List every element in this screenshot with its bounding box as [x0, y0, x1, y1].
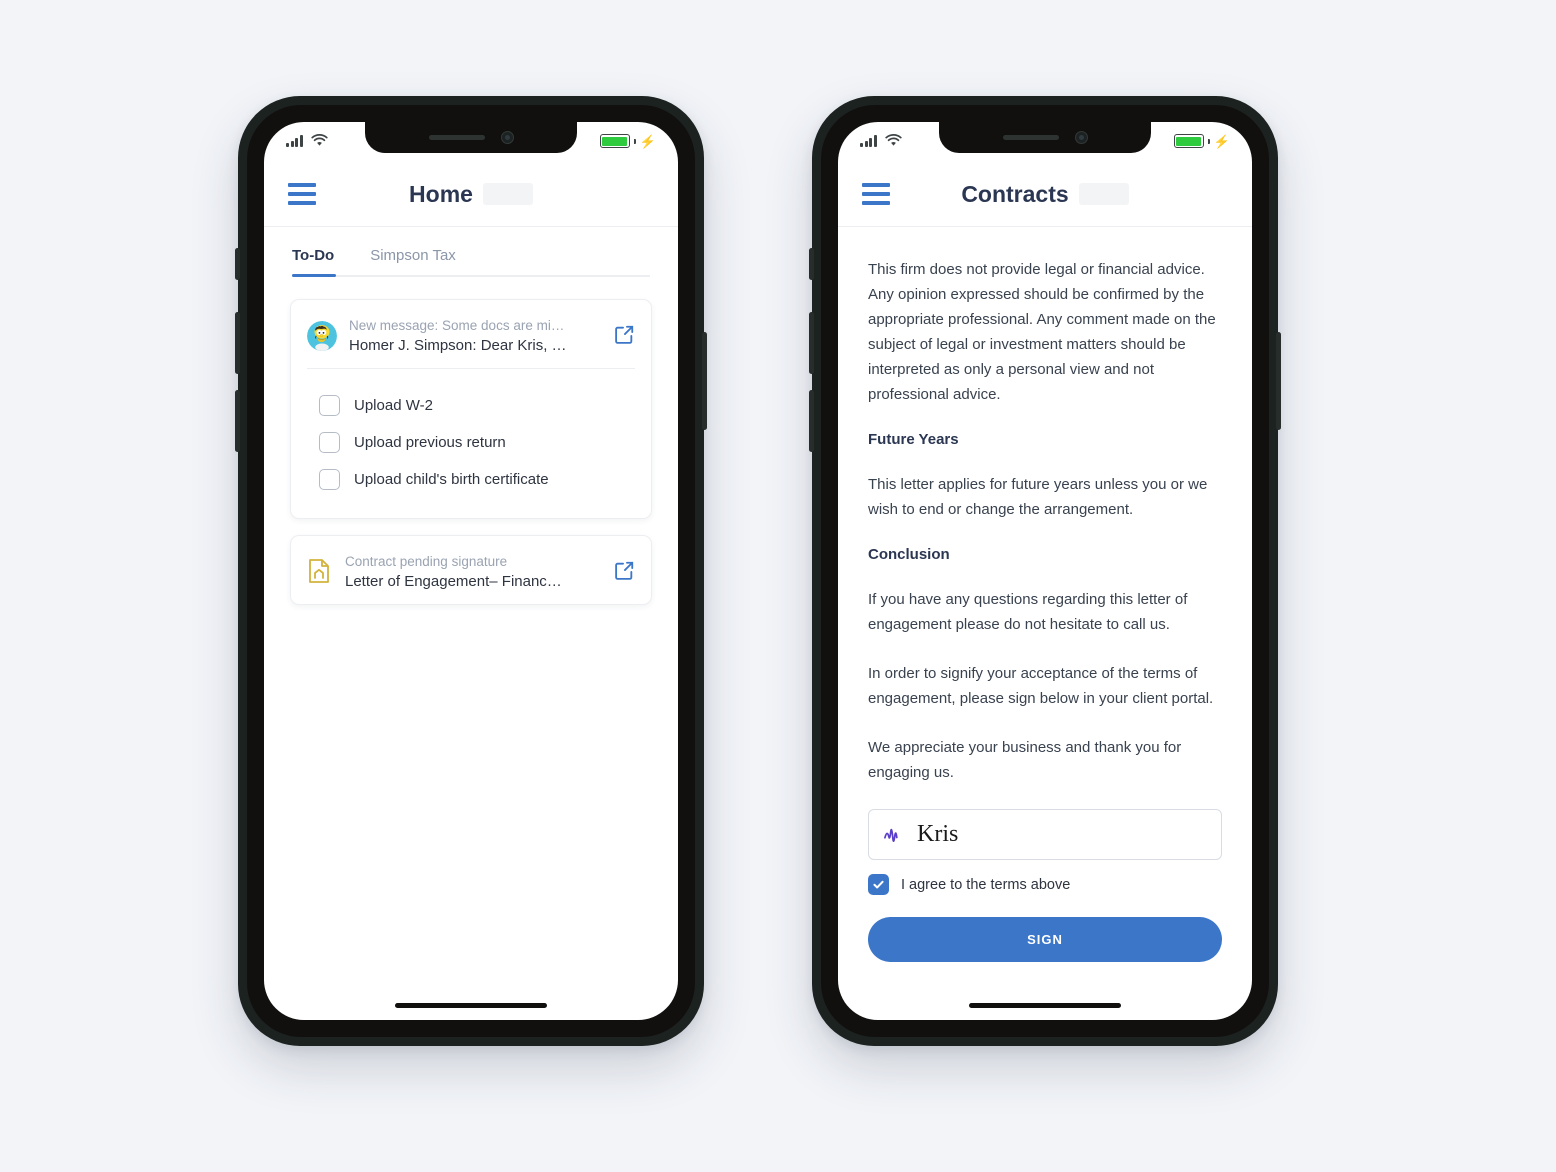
homer-simpson-avatar [307, 321, 337, 351]
card-title: Letter of Engagement– Financ… [345, 573, 562, 590]
phone-bezel-left: ⚡ Home To-Do Simpson Tax New message: So… [247, 105, 695, 1037]
tab-to-do[interactable]: To-Do [292, 247, 348, 275]
phone-bezel-right: ⚡ Contracts This firm does not provide l… [821, 105, 1269, 1037]
agreement-row[interactable]: I agree to the terms above [868, 874, 1222, 895]
card-message-header[interactable]: New message: Some docs are mi… Homer J. … [291, 300, 651, 368]
page-title: Home [409, 180, 473, 207]
battery-cap-icon [1207, 138, 1210, 144]
cellular-signal-icon [286, 134, 303, 147]
card-message-text: New message: Some docs are mi… Homer J. … [349, 318, 601, 354]
hamburger-menu-icon[interactable] [288, 183, 316, 205]
battery-icon [599, 134, 630, 148]
tab-bar: To-Do Simpson Tax [264, 227, 678, 275]
charging-bolt-icon: ⚡ [639, 133, 656, 149]
hamburger-menu-icon[interactable] [862, 183, 890, 205]
contract-document-body: This firm does not provide legal or fina… [838, 227, 1252, 997]
wifi-icon [884, 134, 902, 146]
phone-screen-left: ⚡ Home To-Do Simpson Tax New message: So… [264, 122, 678, 1020]
home-indicator-right[interactable] [969, 1003, 1121, 1008]
wifi-icon [310, 134, 328, 146]
card-subtitle: Contract pending signature [345, 554, 508, 569]
phone-device-left: ⚡ Home To-Do Simpson Tax New message: So… [235, 96, 707, 1046]
checkbox-upload-previous-return[interactable] [319, 432, 340, 453]
tab-simpson-tax[interactable]: Simpson Tax [356, 247, 470, 275]
document-paragraph: If you have any questions regarding this… [868, 591, 1188, 633]
battery-icon [1173, 134, 1204, 148]
home-indicator-left[interactable] [395, 1003, 547, 1008]
notch-left [365, 122, 577, 153]
phone-device-right: ⚡ Contracts This firm does not provide l… [809, 96, 1281, 1046]
card-message[interactable]: New message: Some docs are mi… Homer J. … [290, 299, 652, 519]
charging-bolt-icon: ⚡ [1213, 133, 1230, 149]
checkbox-upload-birth-certificate[interactable] [319, 469, 340, 490]
power-button-right[interactable] [1276, 332, 1281, 430]
status-bar-right-group: ⚡ [599, 133, 656, 149]
app-header-left: Home [264, 162, 678, 226]
power-button-left[interactable] [702, 332, 707, 430]
document-heading-conclusion: Conclusion [868, 546, 950, 563]
header-title-wrap-left: Home [264, 181, 678, 208]
todo-list-area: New message: Some docs are mi… Homer J. … [264, 277, 678, 605]
status-bar-right-group: ⚡ [1173, 133, 1230, 149]
document-gold-icon [307, 558, 333, 589]
checkmark-icon [873, 880, 884, 889]
volume-down-button-right[interactable] [809, 390, 814, 452]
tab-underline-track [292, 274, 650, 277]
todo-item[interactable]: Upload W-2 [319, 387, 635, 424]
todo-item[interactable]: Upload previous return [319, 424, 635, 461]
earpiece-speaker-icon [1002, 135, 1059, 140]
earpiece-speaker-icon [428, 135, 485, 140]
todo-label: Upload W-2 [354, 397, 433, 414]
silent-switch-right[interactable] [809, 248, 814, 280]
page-title: Contracts [961, 180, 1069, 207]
document-paragraph: We appreciate your business and thank yo… [868, 739, 1182, 781]
volume-up-button-right[interactable] [809, 312, 814, 374]
header-placeholder-block [1078, 183, 1129, 205]
card-title: Homer J. Simpson: Dear Kris, … [349, 337, 567, 354]
todo-item[interactable]: Upload child's birth certificate [319, 461, 635, 498]
todo-label: Upload previous return [354, 434, 506, 451]
header-title-wrap-right: Contracts [838, 181, 1252, 208]
signature-input[interactable]: Kris [868, 809, 1222, 860]
sign-button[interactable]: SIGN [868, 917, 1222, 962]
document-paragraph: In order to signify your acceptance of t… [868, 665, 1214, 707]
tab-active-underline [292, 274, 336, 277]
volume-down-button-left[interactable] [235, 390, 240, 452]
status-bar-left-group [860, 134, 902, 147]
checkbox-agree-terms[interactable] [868, 874, 889, 895]
share-external-icon[interactable] [613, 560, 635, 587]
cellular-signal-icon [860, 134, 877, 147]
todo-checklist: Upload W-2 Upload previous return Upload… [291, 369, 651, 518]
app-header-right: Contracts [838, 162, 1252, 226]
card-contract-header[interactable]: Contract pending signature Letter of Eng… [291, 536, 651, 604]
document-heading-future-years: Future Years [868, 431, 959, 448]
checkbox-upload-w2[interactable] [319, 395, 340, 416]
status-bar-left-group [286, 134, 328, 147]
document-paragraph: This letter applies for future years unl… [868, 476, 1208, 518]
silent-switch-left[interactable] [235, 248, 240, 280]
signature-value: Kris [917, 821, 959, 847]
card-subtitle: New message: Some docs are mi… [349, 318, 565, 333]
front-camera-icon [500, 131, 514, 144]
agreement-label: I agree to the terms above [901, 876, 1071, 893]
battery-cap-icon [633, 138, 636, 144]
phone-screen-right: ⚡ Contracts This firm does not provide l… [838, 122, 1252, 1020]
signature-squiggle-icon [884, 828, 898, 842]
share-external-icon[interactable] [613, 324, 635, 351]
card-contract[interactable]: Contract pending signature Letter of Eng… [290, 535, 652, 605]
volume-up-button-left[interactable] [235, 312, 240, 374]
document-paragraph: This firm does not provide legal or fina… [868, 261, 1216, 403]
header-placeholder-block [482, 183, 533, 205]
notch-right [939, 122, 1151, 153]
card-contract-text: Contract pending signature Letter of Eng… [345, 554, 601, 590]
todo-label: Upload child's birth certificate [354, 471, 549, 488]
front-camera-icon [1074, 131, 1088, 144]
